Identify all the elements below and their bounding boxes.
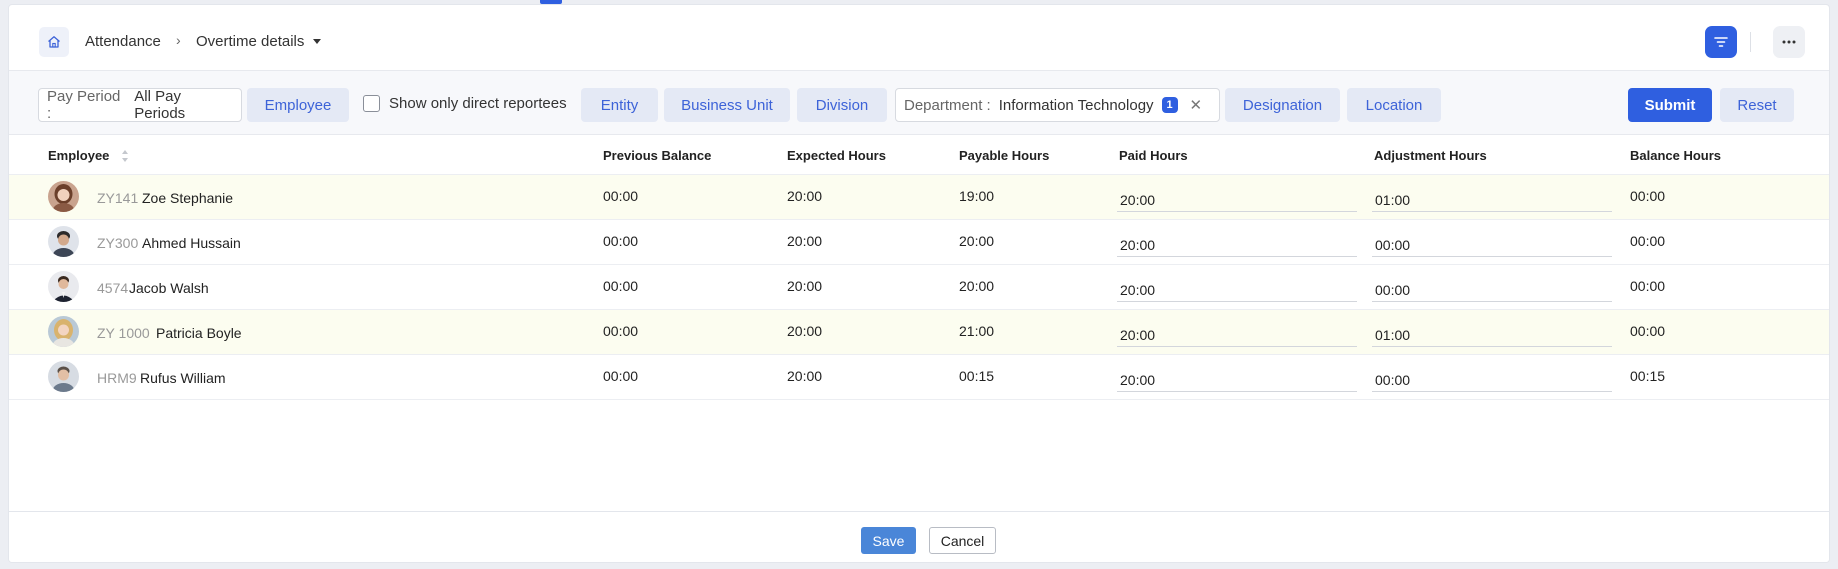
department-label: Department :: [904, 96, 991, 114]
pay-period-label: Pay Period :: [47, 88, 121, 122]
more-options-button[interactable]: [1773, 26, 1805, 58]
avatar: [48, 271, 79, 302]
table-row: ZY141 Zoe Stephanie 00:00 20:00 19:00 00…: [9, 175, 1829, 220]
department-filter-chip[interactable]: Department : Information Technology 1 ✕: [895, 88, 1220, 122]
location-filter-button[interactable]: Location: [1347, 88, 1441, 122]
column-header-expected-hours: Expected Hours: [787, 148, 886, 163]
home-button[interactable]: [39, 27, 69, 57]
adjustment-hours-input[interactable]: [1372, 182, 1612, 212]
avatar: [48, 181, 79, 212]
expected-hours-cell: 20:00: [787, 278, 823, 294]
column-header-paid-hours: Paid Hours: [1119, 148, 1188, 163]
employee-name[interactable]: Ahmed Hussain: [142, 235, 241, 251]
balance-hours-cell: 00:00: [1630, 323, 1666, 339]
department-count-badge: 1: [1161, 97, 1178, 113]
employee-id: 4574: [97, 280, 129, 296]
column-header-adjustment-hours: Adjustment Hours: [1374, 148, 1487, 163]
direct-reportees-label: Show only direct reportees: [389, 95, 567, 112]
overtime-details-card: Attendance › Overtime details Pay Period…: [8, 4, 1830, 563]
caret-down-icon[interactable]: [313, 39, 321, 44]
adjustment-hours-input[interactable]: [1372, 272, 1612, 302]
designation-filter-button[interactable]: Designation: [1225, 88, 1340, 122]
sort-icon[interactable]: [121, 149, 129, 163]
entity-filter-button[interactable]: Entity: [581, 88, 658, 122]
reset-button[interactable]: Reset: [1720, 88, 1794, 122]
payable-hours-cell: 20:00: [959, 233, 995, 249]
avatar: [48, 316, 79, 347]
direct-reportees-checkbox[interactable]: [363, 95, 380, 112]
paid-hours-input[interactable]: [1117, 362, 1357, 392]
balance-hours-cell: 00:00: [1630, 188, 1666, 204]
paid-hours-input[interactable]: [1117, 227, 1357, 257]
employee-id: ZY141: [97, 190, 139, 206]
paid-hours-input[interactable]: [1117, 317, 1357, 347]
previous-balance-cell: 00:00: [603, 278, 639, 294]
expected-hours-cell: 20:00: [787, 368, 823, 384]
employee-name[interactable]: Zoe Stephanie: [142, 190, 233, 206]
filter-icon: [1714, 37, 1728, 47]
cancel-button[interactable]: Cancel: [929, 527, 996, 554]
payable-hours-cell: 20:00: [959, 278, 995, 294]
expected-hours-cell: 20:00: [787, 233, 823, 249]
balance-hours-cell: 00:00: [1630, 278, 1666, 294]
department-value: Information Technology: [998, 96, 1154, 114]
employee-id: HRM9: [97, 370, 137, 386]
home-icon: [48, 36, 60, 48]
employee-name[interactable]: Jacob Walsh: [129, 280, 209, 296]
filter-toggle-button[interactable]: [1705, 26, 1737, 58]
save-button[interactable]: Save: [861, 527, 916, 554]
table-row: 4574 Jacob Walsh 00:00 20:00 20:00 00:00: [9, 265, 1829, 310]
column-header-employee[interactable]: Employee: [48, 148, 109, 163]
adjustment-hours-input[interactable]: [1372, 362, 1612, 392]
footer-bar: Save Cancel: [9, 511, 1829, 562]
filter-bar: Pay Period : All Pay Periods Employee Sh…: [9, 71, 1829, 135]
employee-name[interactable]: Rufus William: [140, 370, 226, 386]
page-header: Attendance › Overtime details: [9, 5, 1829, 71]
expected-hours-cell: 20:00: [787, 323, 823, 339]
employee-id: ZY300: [97, 235, 139, 251]
payable-hours-cell: 19:00: [959, 188, 995, 204]
chevron-right-icon: ›: [176, 32, 181, 48]
paid-hours-input[interactable]: [1117, 182, 1357, 212]
previous-balance-cell: 00:00: [603, 323, 639, 339]
avatar: [48, 361, 79, 392]
column-header-balance-hours: Balance Hours: [1630, 148, 1722, 163]
previous-balance-cell: 00:00: [603, 368, 639, 384]
direct-reportees-toggle[interactable]: Show only direct reportees: [363, 95, 567, 112]
employee-id: ZY 1000: [97, 325, 150, 341]
adjustment-hours-input[interactable]: [1372, 317, 1612, 347]
breadcrumb-overtime-details[interactable]: Overtime details: [196, 33, 304, 50]
pay-period-select[interactable]: Pay Period : All Pay Periods: [38, 88, 242, 122]
balance-hours-cell: 00:00: [1630, 233, 1666, 249]
division-filter-button[interactable]: Division: [797, 88, 887, 122]
submit-button[interactable]: Submit: [1628, 88, 1712, 122]
previous-balance-cell: 00:00: [603, 188, 639, 204]
header-divider: [1750, 32, 1751, 52]
table-header: Employee Previous Balance Expected Hours…: [9, 135, 1829, 175]
avatar: [48, 226, 79, 257]
balance-hours-cell: 00:15: [1630, 368, 1666, 384]
employee-name[interactable]: Patricia Boyle: [156, 325, 242, 341]
clear-department-icon[interactable]: ✕: [1190, 96, 1203, 114]
employee-filter-button[interactable]: Employee: [247, 88, 349, 122]
business-unit-filter-button[interactable]: Business Unit: [664, 88, 790, 122]
paid-hours-input[interactable]: [1117, 272, 1357, 302]
table-row: ZY 1000 Patricia Boyle 00:00 20:00 21:00…: [9, 310, 1829, 355]
more-horizontal-icon: [1782, 40, 1796, 44]
table-row: ZY300 Ahmed Hussain 00:00 20:00 20:00 00…: [9, 220, 1829, 265]
breadcrumb-attendance[interactable]: Attendance: [85, 33, 161, 50]
adjustment-hours-input[interactable]: [1372, 227, 1612, 257]
column-header-payable-hours: Payable Hours: [959, 148, 1050, 163]
table-row: HRM9 Rufus William 00:00 20:00 00:15 00:…: [9, 355, 1829, 400]
payable-hours-cell: 21:00: [959, 323, 995, 339]
expected-hours-cell: 20:00: [787, 188, 823, 204]
column-header-previous-balance: Previous Balance: [603, 148, 712, 163]
pay-period-value: All Pay Periods: [134, 88, 186, 122]
payable-hours-cell: 00:15: [959, 368, 995, 384]
previous-balance-cell: 00:00: [603, 233, 639, 249]
